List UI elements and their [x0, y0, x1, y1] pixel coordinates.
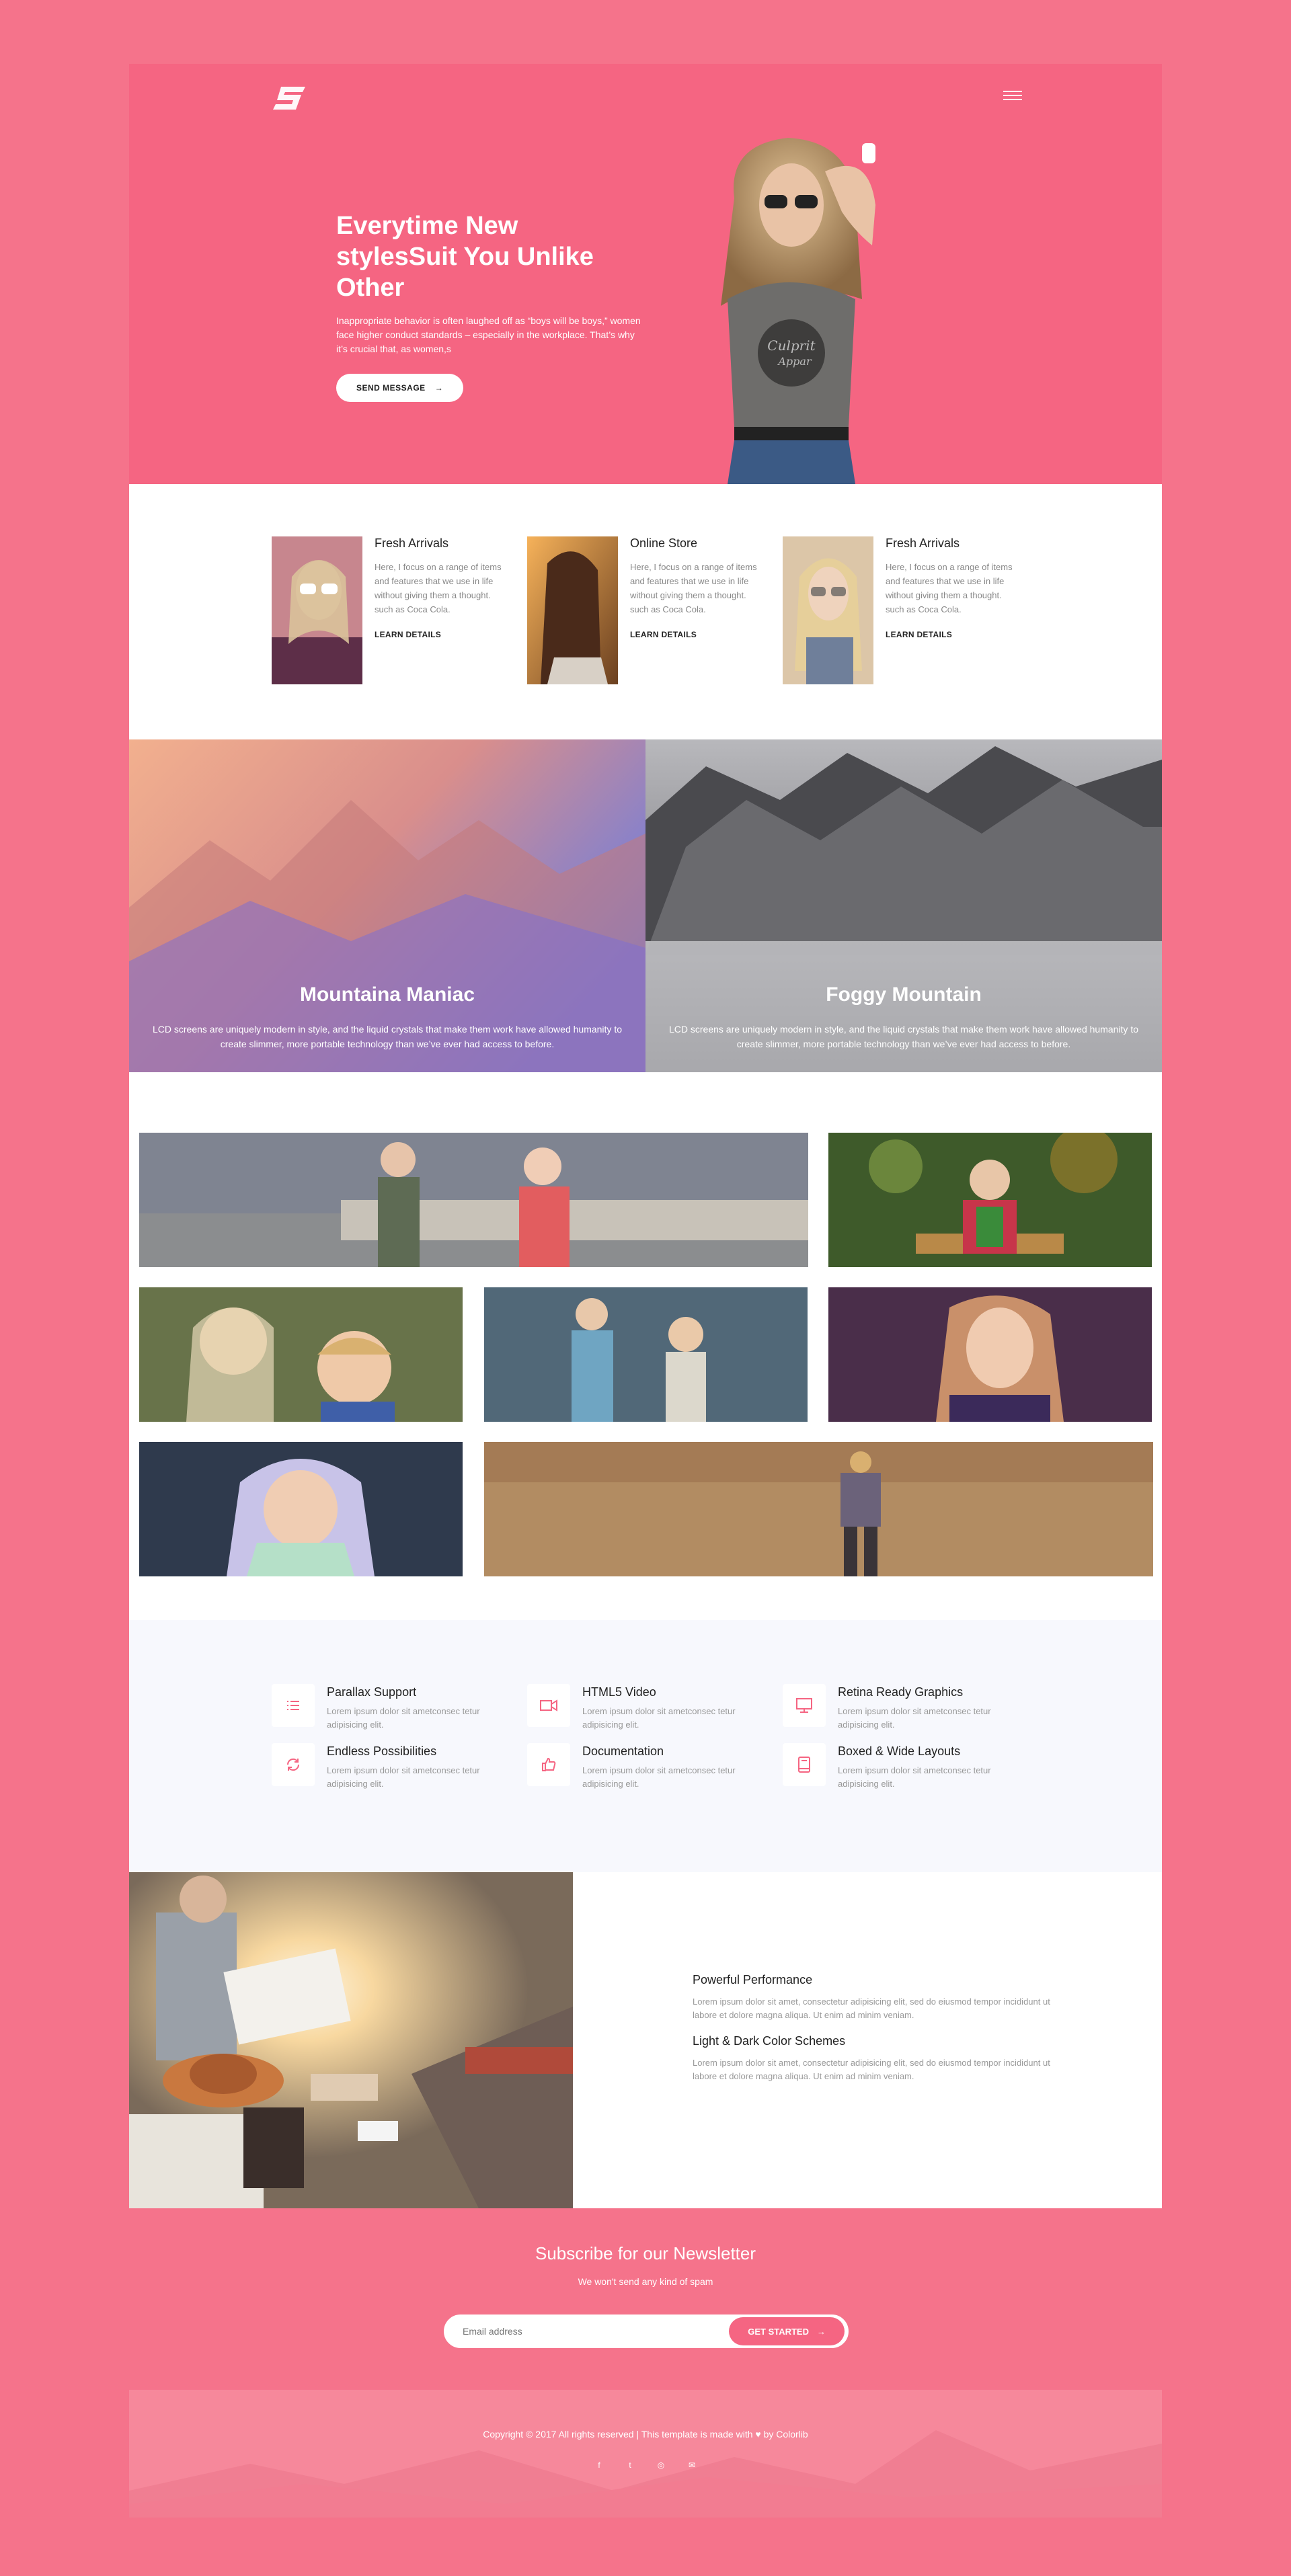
- svg-text:Culprit: Culprit: [767, 337, 816, 354]
- video-camera-icon: [527, 1684, 570, 1727]
- performance-title: Powerful Performance: [693, 1973, 813, 1986]
- service-title: Endless Possibilities: [327, 1744, 437, 1758]
- thumbs-up-icon: [527, 1743, 570, 1786]
- service-item: Boxed & Wide Layouts Lorem ipsum dolor si…: [783, 1743, 1025, 1797]
- copyright-text: Copyright © 2017 All rights reserved | T…: [483, 2429, 808, 2440]
- gallery-image[interactable]: [139, 1287, 463, 1422]
- learn-details-link[interactable]: LEARN DETAILS: [886, 630, 1017, 639]
- service-item: Retina Ready Graphics Lorem ipsum dolor s…: [783, 1684, 1025, 1738]
- send-message-button[interactable]: SEND MESSAGE →: [336, 374, 464, 402]
- mountain-title: Foggy Mountain: [826, 983, 982, 1006]
- svg-text:Appar: Appar: [777, 355, 812, 368]
- newsletter-title: Subscribe for our Newsletter: [535, 2243, 756, 2263]
- service-text: Lorem ipsum dolor sit ametconsec tetur a…: [327, 1765, 480, 1789]
- performance-text: Powerful Performance Lorem ipsum dolor s…: [693, 1973, 1069, 2083]
- book-icon: [783, 1743, 826, 1786]
- arrow-right-icon: →: [434, 383, 444, 393]
- service-title: Parallax Support: [327, 1685, 417, 1699]
- logo-icon[interactable]: [272, 84, 308, 112]
- performance-description: Lorem ipsum dolor sit amet, consectetur …: [693, 1997, 1050, 2020]
- feature-title: Fresh Arrivals: [886, 536, 960, 550]
- feature-image: [272, 536, 362, 684]
- color-schemes-description: Lorem ipsum dolor sit amet, consectetur …: [693, 2058, 1050, 2081]
- color-schemes-title: Light & Dark Color Schemes: [693, 2034, 846, 2048]
- feature-image: [783, 536, 873, 684]
- service-title: Documentation: [582, 1744, 664, 1758]
- gallery-image[interactable]: [484, 1287, 808, 1422]
- gallery-image[interactable]: [139, 1442, 463, 1576]
- feature-title: Online Store: [630, 536, 698, 550]
- services-section: Parallax Support Lorem ipsum dolor sit am…: [129, 1620, 1162, 1872]
- facebook-icon[interactable]: f: [594, 2460, 604, 2470]
- twitter-icon[interactable]: t: [625, 2460, 635, 2470]
- behance-icon[interactable]: ✉: [687, 2460, 697, 2470]
- send-message-label: SEND MESSAGE: [356, 383, 426, 393]
- service-text: Lorem ipsum dolor sit ametconsec tetur a…: [582, 1706, 736, 1730]
- mountain-text: LCD screens are uniquely modern in style…: [668, 1024, 1138, 1049]
- learn-details-link[interactable]: LEARN DETAILS: [630, 630, 761, 639]
- page: Everytime New stylesSuit You Unlike Othe…: [129, 64, 1162, 2518]
- feature-text: Here, I focus on a range of items and fe…: [886, 562, 1013, 614]
- list-icon: [272, 1684, 315, 1727]
- service-title: Retina Ready Graphics: [838, 1685, 964, 1699]
- feature-text: Here, I focus on a range of items and fe…: [375, 562, 502, 614]
- gallery-section: [129, 1072, 1162, 1620]
- service-text: Lorem ipsum dolor sit ametconsec tetur a…: [327, 1706, 480, 1730]
- footer: Copyright © 2017 All rights reserved | T…: [129, 2390, 1162, 2518]
- newsletter-section: Subscribe for our Newsletter We won't se…: [129, 2208, 1162, 2390]
- feature-card: Online Store Here, I focus on a range of…: [527, 536, 769, 684]
- feature-card: Fresh Arrivals Here, I focus on a range …: [272, 536, 514, 684]
- feature-text: Here, I focus on a range of items and fe…: [630, 562, 757, 614]
- gallery-image[interactable]: [828, 1287, 1152, 1422]
- newsletter-subtitle: We won't send any kind of spam: [578, 2276, 713, 2287]
- gallery-image[interactable]: [828, 1133, 1152, 1267]
- feature-card: Fresh Arrivals Here, I focus on a range …: [783, 536, 1025, 684]
- gallery-image[interactable]: [139, 1133, 808, 1267]
- mountain-card: Foggy Mountain LCD screens are uniquely …: [646, 739, 1162, 1072]
- service-text: Lorem ipsum dolor sit ametconsec tetur a…: [838, 1706, 991, 1730]
- mountains-section: Mountaina Maniac LCD screens are uniquel…: [129, 739, 1162, 1072]
- newsletter-form: GET STARTED →: [444, 2315, 849, 2348]
- mountain-text: LCD screens are uniquely modern in style…: [152, 1024, 622, 1049]
- get-started-button[interactable]: GET STARTED →: [729, 2317, 845, 2345]
- hero-model-photo: Culprit Appar: [721, 138, 875, 484]
- traveler-photo: [129, 1872, 573, 2208]
- mountain-card: Mountaina Maniac LCD screens are uniquel…: [129, 739, 646, 1072]
- feature-image: [527, 536, 618, 684]
- service-item: Documentation Lorem ipsum dolor sit ametc…: [527, 1743, 769, 1797]
- learn-details-link[interactable]: LEARN DETAILS: [375, 630, 506, 639]
- refresh-icon: [272, 1743, 315, 1786]
- email-input[interactable]: [463, 2326, 730, 2337]
- hero-description: Inappropriate behavior is often laughed …: [336, 315, 641, 354]
- hero-text: Everytime New stylesSuit You Unlike Othe…: [336, 210, 646, 402]
- service-item: Parallax Support Lorem ipsum dolor sit am…: [272, 1684, 514, 1738]
- service-title: HTML5 Video: [582, 1685, 656, 1699]
- social-links: f t ◎ ✉: [129, 2460, 1162, 2470]
- performance-section: Powerful Performance Lorem ipsum dolor s…: [129, 1872, 1162, 2208]
- gallery-image[interactable]: [484, 1442, 1153, 1576]
- dribbble-icon[interactable]: ◎: [656, 2460, 666, 2470]
- feature-title: Fresh Arrivals: [375, 536, 449, 550]
- service-text: Lorem ipsum dolor sit ametconsec tetur a…: [838, 1765, 991, 1789]
- features-section: Fresh Arrivals Here, I focus on a range …: [129, 484, 1162, 739]
- hamburger-icon[interactable]: [1003, 88, 1022, 104]
- service-item: Endless Possibilities Lorem ipsum dolor s…: [272, 1743, 514, 1797]
- hero-title: Everytime New stylesSuit You Unlike Othe…: [336, 212, 594, 302]
- monitor-icon: [783, 1684, 826, 1727]
- service-title: Boxed & Wide Layouts: [838, 1744, 961, 1758]
- hero-section: Everytime New stylesSuit You Unlike Othe…: [129, 64, 1162, 484]
- mountain-title: Mountaina Maniac: [299, 983, 475, 1006]
- service-text: Lorem ipsum dolor sit ametconsec tetur a…: [582, 1765, 736, 1789]
- service-item: HTML5 Video Lorem ipsum dolor sit ametcon…: [527, 1684, 769, 1738]
- get-started-label: GET STARTED: [748, 2326, 809, 2337]
- arrow-right-icon: →: [817, 2326, 826, 2337]
